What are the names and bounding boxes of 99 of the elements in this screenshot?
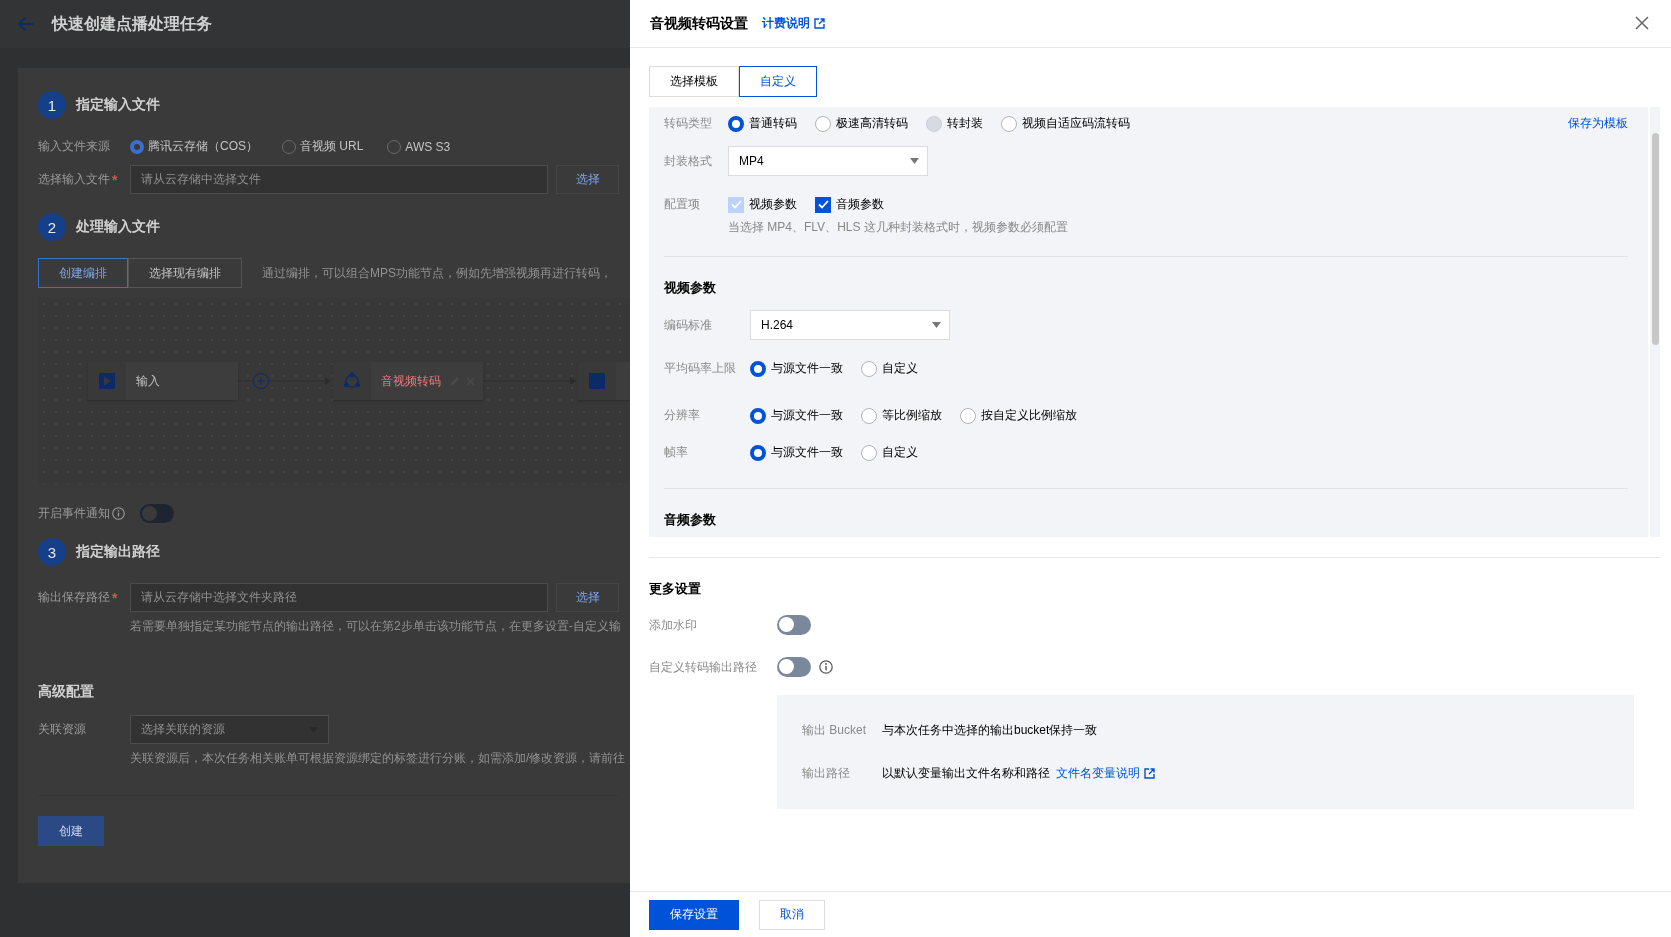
cancel-button[interactable]: 取消 [759, 899, 825, 930]
field-label: 关联资源 [38, 721, 87, 738]
path-input-field[interactable]: 请从云存储中选择文件夹路径 [130, 583, 548, 612]
info-icon [112, 507, 125, 520]
node-label: 输入 [136, 372, 161, 390]
radio-option[interactable]: AWS S3 [387, 139, 451, 154]
field-label: 输出保存路径 [38, 589, 110, 606]
field-label: 平均码率上限 [664, 360, 737, 377]
tab[interactable]: 选择现有编排 [128, 258, 242, 288]
radio-label: 与源文件一致 [771, 444, 843, 461]
step-number: 1 [38, 91, 66, 119]
radio-label: 普通转码 [749, 115, 797, 132]
flow-node[interactable]: 输入 [88, 362, 238, 400]
tab[interactable]: 自定义 [739, 66, 817, 97]
field-label: 帧率 [664, 444, 689, 461]
radio-option[interactable]: 音视频 URL [282, 138, 364, 155]
radio-label: 等比例缩放 [882, 407, 942, 424]
tab[interactable]: 选择模板 [649, 66, 739, 97]
radio-label: AWS S3 [405, 139, 451, 154]
checkbox-label: 音频参数 [836, 196, 884, 213]
step-title: 指定输出路径 [76, 543, 160, 561]
field-label: 添加水印 [649, 616, 698, 634]
choose-button[interactable]: 选择 [556, 165, 619, 194]
required-mark: * [112, 589, 118, 606]
hint-text: 若需要单独指定某功能节点的输出路径，可以在第2步单击该功能节点，在更多设置-自定义输 [130, 618, 622, 635]
node-label: 音视频转码 [381, 372, 442, 390]
radio-option[interactable]: 普通转码 [728, 115, 797, 132]
radio-label: 转封装 [947, 115, 983, 132]
toggle-switch[interactable] [777, 657, 811, 677]
step-title: 处理输入文件 [76, 218, 160, 236]
section-title: 音频参数 [664, 511, 717, 529]
square-icon [589, 373, 605, 389]
file-input-field[interactable]: 请从云存储中选择文件 [130, 165, 548, 194]
field-label: 输出 Bucket [802, 722, 868, 739]
field-value: 与本次任务中选择的输出bucket保持一致 [882, 722, 1098, 739]
radio-option[interactable]: 自定义 [861, 360, 918, 377]
radio-label: 极速高清转码 [836, 115, 908, 132]
hint-text: 通过编排，可以组合MPS功能节点，例如先增强视频再进行转码， [262, 264, 612, 282]
radio-option[interactable]: 与源文件一致 [750, 444, 843, 461]
play-icon [99, 373, 115, 389]
step-number: 2 [38, 213, 66, 241]
radio-option[interactable]: 等比例缩放 [861, 407, 942, 424]
close-button[interactable] [1635, 15, 1651, 32]
radio-option[interactable]: 自定义 [861, 444, 918, 461]
radio-label: 与源文件一致 [771, 407, 843, 424]
radio-option[interactable]: 与源文件一致 [750, 360, 843, 377]
field-label: 输出路径 [802, 765, 851, 782]
format-select[interactable]: MP4 [728, 146, 928, 176]
checkbox-label: 视频参数 [749, 196, 797, 213]
section-title: 更多设置 [649, 580, 702, 598]
caret-icon [910, 158, 919, 164]
tab[interactable]: 创建编排 [38, 258, 128, 288]
variable-help-link[interactable]: 文件名变量说明 [1056, 765, 1155, 782]
radio-label: 自定义 [882, 444, 918, 461]
drawer-title: 音视频转码设置 [650, 14, 748, 33]
step-title: 指定输入文件 [76, 96, 160, 114]
field-label: 输入文件来源 [38, 138, 111, 155]
field-label: 转码类型 [664, 115, 713, 132]
radio-option[interactable]: 极速高清转码 [815, 115, 908, 132]
radio-option[interactable]: 视频自适应码流转码 [1001, 115, 1130, 132]
field-label: 编码标准 [664, 316, 713, 334]
radio-label: 音视频 URL [300, 138, 364, 155]
save-button[interactable]: 保存设置 [649, 899, 739, 930]
billing-link[interactable]: 计费说明 [762, 15, 825, 32]
section-title: 视频参数 [664, 279, 717, 297]
field-label: 配置项 [664, 196, 701, 213]
back-arrow-icon[interactable] [18, 17, 34, 31]
page-title: 快速创建点播处理任务 [52, 13, 212, 34]
codec-select[interactable]: H.264 [750, 310, 950, 340]
nodes-cycle-icon [343, 372, 361, 390]
radio-option[interactable]: 与源文件一致 [750, 407, 843, 424]
field-value: 以默认变量输出文件名称和路径 [882, 765, 1050, 782]
flow-node[interactable]: 音视频转码 [333, 362, 483, 400]
section-title: 高级配置 [38, 683, 95, 701]
radio-label: 自定义 [882, 360, 918, 377]
toggle-switch[interactable] [140, 504, 174, 523]
radio-option[interactable]: 按自定义比例缩放 [960, 407, 1077, 424]
hint-text: 当选择 MP4、FLV、HLS 这几种封装格式时，视频参数必须配置 [728, 219, 1069, 236]
radio-label: 与源文件一致 [771, 360, 843, 377]
field-label: 选择输入文件 [38, 171, 110, 188]
toggle-switch[interactable] [777, 615, 811, 635]
hint-text: 关联资源后，本次任务相关账单可根据资源绑定的标签进行分账，如需添加/修改资源，请前往 [130, 750, 627, 767]
caret-icon [932, 322, 941, 328]
external-link-icon [814, 18, 825, 29]
field-label: 开启事件通知 [38, 505, 110, 522]
choose-button[interactable]: 选择 [556, 583, 619, 612]
field-label: 自定义转码输出路径 [649, 658, 758, 676]
required-mark: * [112, 171, 118, 188]
field-label: 封装格式 [664, 152, 713, 170]
radio-label: 视频自适应码流转码 [1022, 115, 1130, 132]
save-template-link[interactable]: 保存为模板 [1568, 115, 1628, 132]
scrollbar-thumb[interactable] [1651, 133, 1659, 345]
create-button[interactable]: 创建 [38, 816, 104, 846]
resource-select[interactable]: 选择关联的资源 [130, 715, 329, 744]
external-link-icon [1144, 768, 1155, 779]
step-number: 3 [38, 538, 66, 566]
checkbox-option[interactable]: 音频参数 [815, 196, 884, 213]
radio-label: 按自定义比例缩放 [981, 407, 1077, 424]
field-label: 分辨率 [664, 407, 701, 424]
